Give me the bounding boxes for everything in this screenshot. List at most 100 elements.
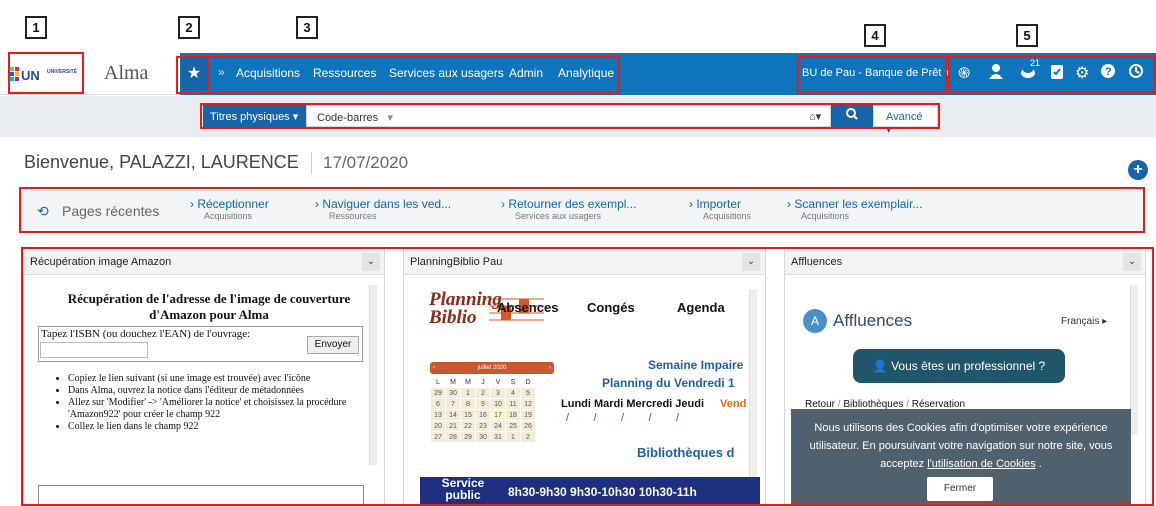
- cal-cell[interactable]: 1: [460, 387, 476, 399]
- cal-cell[interactable]: 13: [430, 409, 446, 421]
- envoyer-button[interactable]: Envoyer: [307, 336, 359, 354]
- recent-item-naviguer[interactable]: › Naviguer dans les ved... Ressources: [315, 197, 451, 221]
- cal-cell[interactable]: 10: [490, 398, 506, 410]
- cal-cell[interactable]: 2: [520, 431, 536, 443]
- planningbiblio-widget: PlanningBiblio Pau ⌄ Planning Biblio Abs…: [403, 248, 766, 506]
- nav-ressources[interactable]: Ressources: [313, 66, 376, 80]
- amazon-step: Allez sur 'Modifier' -> 'Améliorer la no…: [68, 397, 364, 421]
- cal-cell[interactable]: 6: [430, 398, 446, 410]
- cal-cell[interactable]: 5: [520, 387, 536, 399]
- cal-cell[interactable]: 30: [445, 387, 461, 399]
- cal-cell[interactable]: 18: [505, 409, 521, 421]
- calendar-prev-icon[interactable]: ‹: [433, 362, 435, 374]
- gear-icon[interactable]: ⚙: [1075, 63, 1089, 83]
- nav-admin[interactable]: Admin: [509, 66, 543, 80]
- affluences-brand[interactable]: Affluences: [833, 311, 912, 331]
- nav-services-aux-usagers[interactable]: Services aux usagers: [389, 66, 504, 80]
- calendar-header: ‹ juillet 2020 ›: [430, 362, 554, 374]
- svg-text:?: ?: [1105, 66, 1112, 78]
- cal-cell[interactable]: 24: [490, 420, 506, 432]
- logo-area: UN UNIVERSITÉ Alma: [0, 53, 180, 95]
- search-button[interactable]: [831, 105, 873, 127]
- affluences-scrollbar[interactable]: [1130, 285, 1138, 435]
- amazon-collapse-chevron-icon[interactable]: ⌄: [362, 253, 380, 271]
- cal-cell[interactable]: 14: [445, 409, 461, 421]
- planning-collapse-chevron-icon[interactable]: ⌄: [742, 253, 760, 271]
- app-name[interactable]: Alma: [104, 62, 148, 85]
- library-selector[interactable]: BU de Pau - Banque de Prêt ▾: [802, 66, 950, 79]
- affluences-widget: Affluences ⌄ A Affluences Français ▸ 👤 V…: [784, 248, 1146, 506]
- calendar-next-icon[interactable]: ›: [549, 362, 551, 374]
- search-input[interactable]: Code-barres ▾ ⌂▾: [306, 105, 831, 127]
- cal-day: M: [445, 376, 461, 388]
- isbn-input[interactable]: [40, 342, 148, 358]
- fingerprint-icon[interactable]: ֍: [958, 63, 970, 83]
- cal-cell[interactable]: 16: [475, 409, 491, 421]
- cal-cell[interactable]: 22: [460, 420, 476, 432]
- cal-cell[interactable]: 12: [520, 398, 536, 410]
- user-icon[interactable]: [988, 63, 1004, 84]
- nav-expand-icon[interactable]: »: [218, 65, 225, 79]
- nav-acquisitions[interactable]: Acquisitions: [236, 66, 300, 80]
- semaine-label: Semaine Impaire: [648, 358, 744, 372]
- clipboard-icon[interactable]: [1050, 63, 1064, 84]
- amazon-step: Copiez le lien suivant (si une image est…: [68, 373, 364, 385]
- cal-cell[interactable]: 15: [460, 409, 476, 421]
- amazon-step: Dans Alma, ouvrez la notice dans l'édite…: [68, 385, 364, 397]
- add-widget-icon[interactable]: +: [1128, 160, 1148, 180]
- cal-cell[interactable]: 30: [475, 431, 491, 443]
- cal-cell[interactable]: 29: [430, 387, 446, 399]
- cal-cell[interactable]: 11: [505, 398, 521, 410]
- cal-cell[interactable]: 4: [505, 387, 521, 399]
- recent-item-retourner[interactable]: › Retourner des exempl... Services aux u…: [501, 197, 636, 221]
- search-type-dropdown[interactable]: Titres physiques ▾: [203, 105, 306, 127]
- amazon-form: Tapez l'ISBN (ou douchez l'EAN) de l'ouv…: [38, 326, 363, 362]
- cal-cell[interactable]: 21: [445, 420, 461, 432]
- cal-cell[interactable]: 28: [445, 431, 461, 443]
- search-type-label: Titres physiques: [210, 111, 290, 123]
- university-logo[interactable]: UN UNIVERSITÉ: [10, 63, 80, 85]
- language-label: Français: [1061, 316, 1100, 327]
- affluences-collapse-chevron-icon[interactable]: ⌄: [1123, 253, 1141, 271]
- home-icon[interactable]: ⌂▾: [809, 110, 821, 123]
- favorites-star-icon[interactable]: ★: [181, 58, 207, 90]
- cookie-policy-link[interactable]: l'utilisation de Cookies: [927, 458, 1036, 470]
- amazon-scrollbar[interactable]: [369, 285, 377, 465]
- agenda-link[interactable]: Agenda: [677, 300, 725, 315]
- cal-cell[interactable]: 31: [490, 431, 506, 443]
- cal-cell[interactable]: 25: [505, 420, 521, 432]
- cal-cell[interactable]: 27: [430, 431, 446, 443]
- recent-item-label: Naviguer dans les ved...: [322, 197, 452, 211]
- language-selector[interactable]: Français ▸: [1061, 316, 1107, 327]
- cal-cell[interactable]: 23: [475, 420, 491, 432]
- cal-cell[interactable]: 26: [520, 420, 536, 432]
- cal-cell[interactable]: 1: [505, 431, 521, 443]
- cal-cell[interactable]: 2: [475, 387, 491, 399]
- cal-cell[interactable]: 3: [490, 387, 506, 399]
- recent-item-scanner[interactable]: › Scanner les exemplair... Acquisitions: [787, 197, 922, 221]
- planning-scrollbar[interactable]: [749, 289, 757, 499]
- logo-text: UNIVERSITÉ: [47, 69, 78, 75]
- cookie-close-button[interactable]: Fermer: [927, 477, 993, 501]
- mini-calendar[interactable]: ‹ juillet 2020 › LMMJVSD 29 30 1 2 3 4 5 67891…: [430, 362, 554, 462]
- nav-analytique[interactable]: Analytique: [558, 66, 614, 80]
- cal-cell[interactable]: 8: [460, 398, 476, 410]
- absences-link[interactable]: Absences: [497, 300, 558, 315]
- cal-cell[interactable]: 19: [520, 409, 536, 421]
- history-icon[interactable]: [1128, 63, 1144, 84]
- help-icon[interactable]: ?: [1100, 63, 1116, 84]
- professional-button[interactable]: 👤 Vous êtes un professionnel ?: [853, 349, 1065, 383]
- cal-cell[interactable]: 7: [445, 398, 461, 410]
- conges-link[interactable]: Congés: [587, 300, 635, 315]
- recent-item-receptionner[interactable]: › Réceptionner Acquisitions: [190, 197, 269, 221]
- cal-cell-today[interactable]: 17: [490, 409, 506, 421]
- advanced-search-link[interactable]: Avancé ▾: [873, 105, 938, 136]
- cal-cell[interactable]: 20: [430, 420, 446, 432]
- cal-cell[interactable]: 9: [475, 398, 491, 410]
- amazon-result-box[interactable]: [38, 485, 364, 505]
- service-public-label: Service public: [441, 476, 485, 502]
- recent-item-importer[interactable]: › Importer Acquisitions: [689, 197, 751, 221]
- annotation-label-2: 2: [178, 16, 200, 39]
- cal-cell[interactable]: 29: [460, 431, 476, 443]
- recent-item-sub: Acquisitions: [204, 211, 253, 221]
